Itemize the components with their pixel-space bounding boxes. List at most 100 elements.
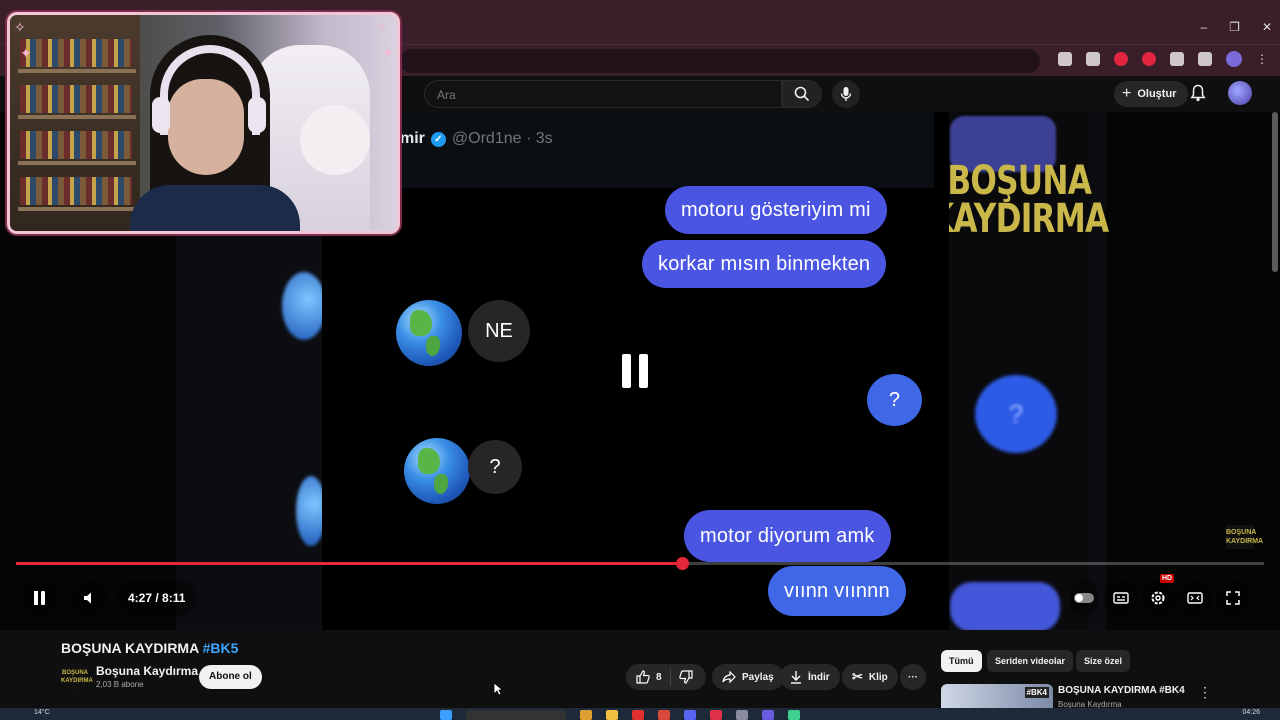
chip-series[interactable]: Seriden videolar [987,650,1074,672]
video-title-main: BOŞUNA KAYDIRMA [61,640,199,656]
taskbar-app-icon[interactable] [710,710,722,720]
minimize-button[interactable]: – [1200,20,1207,34]
chip-all[interactable]: Tümü [941,650,982,672]
progress-bar[interactable] [16,557,1264,570]
fullscreen-button[interactable] [1216,580,1250,616]
tweet-user: mir ✓ @Ord1ne · 3s [400,130,553,148]
recommended-thumbnail[interactable]: #BK4 [941,684,1053,708]
headphones [160,45,260,135]
sparkle-icon: ✦ [382,45,394,61]
pause-icon [34,591,45,605]
share-button[interactable]: Paylaş [712,664,784,690]
search-button[interactable] [782,80,822,108]
chat-bubble-received: ? [468,440,522,494]
taskbar-app-icon[interactable] [736,710,748,720]
account-avatar[interactable] [1228,81,1252,105]
like-count: 8 [656,671,662,683]
brand-logo: BOŞUNA KAYDIRMA [930,158,1109,242]
puzzle-icon[interactable] [1170,52,1184,66]
taskbar-app-icon[interactable] [632,710,644,720]
recommended-more-button[interactable]: ⋮ [1198,684,1212,701]
channel-name[interactable]: Boşuna Kaydırma [96,664,198,678]
share-label: Paylaş [742,671,774,683]
sparkle-icon: ✧ [14,19,26,35]
extension-record-icon[interactable] [1142,52,1156,66]
discord-icon[interactable] [684,710,696,720]
search-input[interactable]: Ara [424,80,782,108]
brand-logo-line2: KAYDIRMA [930,196,1109,242]
player-controls: 4:27 / 8:11 HD [0,574,1280,616]
tweet-handle: @Ord1ne · 3s [451,130,553,147]
taskbar-app-icon[interactable] [762,710,774,720]
blurred-globe-left [282,272,326,340]
blurred-question-bubble: ? [975,375,1057,453]
download-icon [791,671,801,684]
clip-label: Klip [868,671,888,683]
globe-avatar-icon [404,438,470,504]
subscriber-count: 2,03 B abone [96,680,144,689]
streamer-body [130,185,300,231]
progress-scrubber[interactable] [676,557,689,570]
brand-logo-line1: BOŞUNA [947,158,1092,204]
os-taskbar: 14°C 04:26 [0,708,1280,720]
bell-icon [1190,84,1206,102]
chrome-icon[interactable] [658,710,670,720]
autoplay-toggle[interactable] [1070,580,1098,616]
sparkle-icon: ✦ [20,45,32,61]
taskbar-app-icon[interactable] [788,710,800,720]
close-window-button[interactable]: ✕ [1262,20,1272,34]
hd-badge: HD [1160,574,1175,583]
video-title: BOŞUNA KAYDIRMA #BK5 [61,640,238,656]
recommended-title[interactable]: BOŞUNA KAYDIRMA #BK4 [1058,685,1185,696]
like-dislike-group: 8 [626,664,706,690]
weather-widget[interactable]: 14°C [34,709,50,716]
maximize-button[interactable]: ❐ [1229,20,1240,34]
voice-search-button[interactable] [832,80,860,108]
more-icon: ··· [908,671,918,683]
taskbar-clock: 04:26 [1242,709,1260,716]
thumbs-up-icon [636,670,650,684]
install-icon[interactable] [1058,52,1072,66]
taskbar-apps [440,710,800,720]
subscribe-button[interactable]: Abone ol [199,665,262,689]
theater-mode-button[interactable] [1178,580,1212,616]
volume-button[interactable] [72,580,108,616]
create-button[interactable]: + Oluştur [1114,81,1189,107]
like-button[interactable]: 8 [626,668,671,686]
dislike-button[interactable] [671,670,693,684]
notifications-button[interactable] [1190,84,1206,107]
taskbar-search-icon[interactable] [466,710,566,720]
webcam-overlay: ✧ ✧ ✦ ✦ [7,12,400,234]
extension-red-icon[interactable] [1114,52,1128,66]
channel-avatar[interactable]: BOŞUNA KAYDIRMA [61,663,93,691]
star-icon[interactable] [1086,52,1100,66]
tweet-header [390,112,934,188]
autoplay-toggle-icon [1074,593,1094,603]
headphone-ear-right [248,97,266,133]
download-button[interactable]: İndir [780,664,840,690]
profile-icon[interactable] [1226,51,1242,67]
pause-button[interactable] [22,580,58,616]
omnibox[interactable] [400,49,1040,73]
verified-badge-icon: ✓ [430,131,446,147]
clip-button[interactable]: ✂ Klip [842,664,898,690]
time-display: 4:27 / 8:11 [116,580,198,616]
media-icon[interactable] [1198,52,1212,66]
volume-icon [84,592,91,604]
page-scrollbar[interactable] [1272,112,1278,272]
windows-start-icon[interactable] [440,710,452,720]
create-label: Oluştur [1137,88,1177,100]
folder-icon[interactable] [606,710,618,720]
more-actions-button[interactable]: ··· [900,664,926,690]
video-hashtag[interactable]: #BK5 [203,640,239,656]
extension-icons: ⋮ [1058,51,1268,67]
chat-bubble-sent: ? [867,374,922,426]
chip-for-you[interactable]: Size özel [1076,650,1131,672]
theater-icon [1187,592,1203,604]
taskbar-app-icon[interactable] [580,710,592,720]
subtitles-button[interactable] [1104,580,1138,616]
fullscreen-icon [1226,591,1240,605]
settings-button[interactable] [1141,580,1175,616]
browser-menu-icon[interactable]: ⋮ [1256,52,1268,66]
chat-bubble-sent: motoru gösteriyim mi [665,186,887,234]
